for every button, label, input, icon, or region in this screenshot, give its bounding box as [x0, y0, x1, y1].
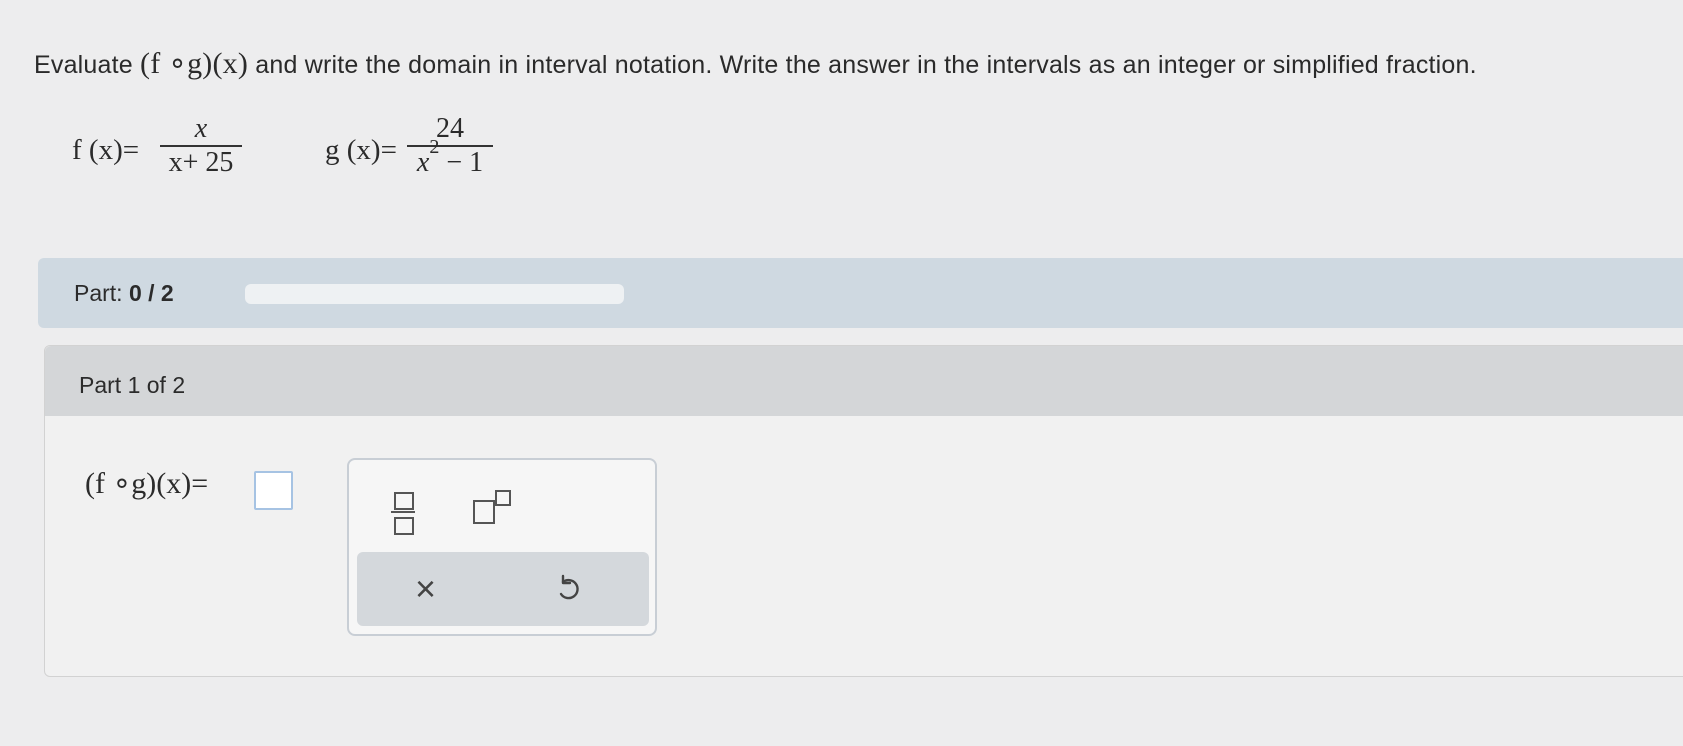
- g-denominator-rest: − 1: [439, 147, 484, 178]
- progress-panel: Part: 0 / 2: [38, 258, 1683, 328]
- progress-value: 0 / 2: [128, 280, 174, 306]
- f-denominator: x+ 25: [168, 147, 234, 178]
- part-title: Part 1 of 2: [79, 372, 186, 398]
- math-palette: ×: [347, 458, 657, 636]
- problem-prompt: Evaluate (f ∘g)(x) and write the domain …: [34, 46, 1477, 81]
- action-bar: ×: [357, 552, 649, 626]
- progress-label-text: Part:: [74, 280, 123, 306]
- clear-button[interactable]: ×: [415, 568, 436, 610]
- g-numerator: 24: [436, 113, 464, 144]
- undo-button[interactable]: [555, 574, 581, 609]
- fraction-button[interactable]: [389, 488, 419, 535]
- progress-label: Part: 0 / 2: [74, 280, 174, 307]
- f-numerator: x: [194, 113, 208, 144]
- part-card: Part 1 of 2 (f ∘g)(x)= ×: [44, 345, 1683, 677]
- g-denominator-base: x: [416, 147, 430, 178]
- prompt-rest: and write the domain in interval notatio…: [255, 51, 1477, 79]
- g-lhs: g (x)=: [325, 134, 397, 166]
- undo-icon: [559, 574, 579, 600]
- g-denominator: x2 − 1: [407, 136, 493, 179]
- prompt-lead: Evaluate: [34, 51, 133, 79]
- exponent-button[interactable]: [467, 484, 527, 530]
- f-fraction: x x+ 25: [160, 113, 242, 179]
- g-fraction: 24 x2 − 1: [407, 113, 493, 179]
- answer-input[interactable]: [254, 471, 293, 510]
- g-denominator-exponent: 2: [429, 136, 440, 158]
- f-lhs: f (x)=: [72, 134, 140, 166]
- composition-equation: (f ∘g)(x)=: [85, 467, 209, 500]
- close-icon: ×: [415, 568, 437, 609]
- progress-track: [245, 284, 624, 304]
- composition-expression: (f ∘g)(x): [140, 47, 249, 80]
- part-header: Part 1 of 2: [45, 346, 1683, 416]
